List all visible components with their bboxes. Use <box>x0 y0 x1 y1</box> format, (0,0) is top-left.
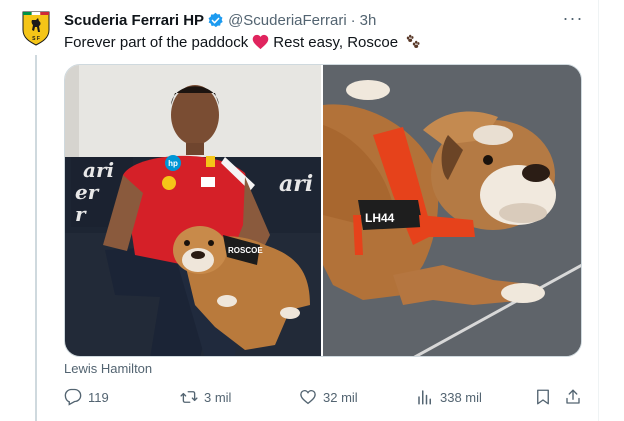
photo-roscoe-harness[interactable]: LH44 <box>323 65 581 356</box>
svg-text:S F: S F <box>32 36 40 42</box>
avatar[interactable]: S F <box>18 10 54 46</box>
thread-line <box>35 55 37 421</box>
media-credit[interactable]: Lewis Hamilton <box>64 361 152 376</box>
share-icon <box>566 389 580 404</box>
handle[interactable]: @ScuderiaFerrari <box>228 12 347 29</box>
backdrop-script: ari <box>279 171 313 197</box>
svg-text:r: r <box>75 202 87 226</box>
verified-badge-icon[interactable] <box>207 12 224 29</box>
tweet-text: Forever part of the paddock Rest easy, R… <box>64 33 422 51</box>
photo-roscoe-image: LH44 <box>323 65 581 356</box>
svg-text:er: er <box>75 180 100 204</box>
action-bar: 119 3 mil 32 mil 338 mil <box>64 388 582 410</box>
svg-text:ari: ari <box>83 158 114 182</box>
views-icon <box>418 390 431 405</box>
like-icon <box>300 389 316 405</box>
repost-icon <box>180 391 198 403</box>
reply-icon <box>64 388 82 406</box>
bandana-label: ROSCOE <box>228 246 263 255</box>
media-grid[interactable]: ari er r ari hp ROSCOE LH44 <box>64 64 582 357</box>
harness-label: LH44 <box>365 211 395 225</box>
display-name[interactable]: Scuderia Ferrari HP <box>64 12 204 29</box>
shirt-hp-logo: hp <box>168 159 178 168</box>
share-button[interactable] <box>564 388 582 406</box>
like-count: 32 mil <box>323 389 358 405</box>
tweet-header: Scuderia Ferrari HP @ScuderiaFerrari · 3… <box>64 10 376 30</box>
reply-button[interactable]: 119 <box>64 388 109 406</box>
tweet-text-part2: Rest easy, Roscoe <box>273 33 399 51</box>
photo-hamilton-image: ari er r ari hp ROSCOE <box>65 65 321 356</box>
views-count: 338 mil <box>440 389 482 405</box>
tweet[interactable]: S F Scuderia Ferrari HP @ScuderiaFerrari… <box>0 0 624 421</box>
ferrari-logo-icon: S F <box>22 11 50 46</box>
views-button[interactable]: 338 mil <box>416 388 482 406</box>
more-icon[interactable]: ··· <box>562 9 584 30</box>
bookmark-icon <box>537 389 549 405</box>
timeline-border <box>598 0 599 421</box>
repost-button[interactable]: 3 mil <box>180 388 231 406</box>
like-button[interactable]: 32 mil <box>299 388 358 406</box>
bookmark-button[interactable] <box>534 388 552 406</box>
timestamp[interactable]: 3h <box>360 12 377 29</box>
paw-prints-icon <box>404 33 422 51</box>
separator-dot: · <box>350 11 356 29</box>
photo-hamilton-with-roscoe[interactable]: ari er r ari hp ROSCOE <box>65 65 321 356</box>
reply-count: 119 <box>88 389 109 405</box>
heart-emoji-icon <box>252 34 269 50</box>
repost-count: 3 mil <box>204 389 232 405</box>
tweet-text-part1: Forever part of the paddock <box>64 33 249 51</box>
